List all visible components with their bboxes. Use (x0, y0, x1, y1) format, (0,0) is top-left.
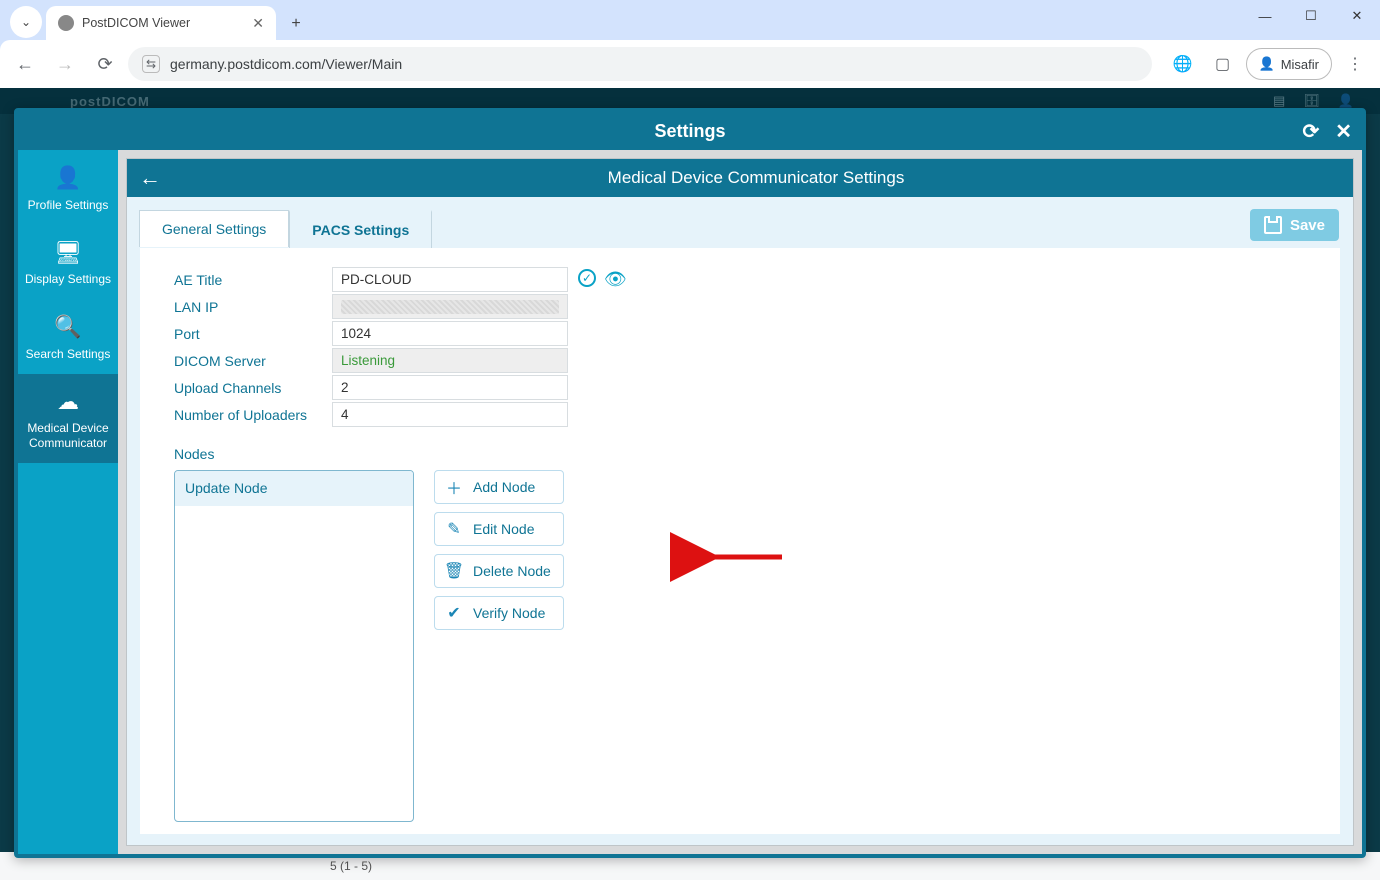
under-header-icon: 🗄 (1303, 93, 1320, 109)
window-controls: ― ☐ ✕ (1242, 0, 1380, 40)
settings-sidebar: 👤 Profile Settings 🖥 Display Settings 🔍 … (18, 150, 118, 854)
sidebar-item-label: Medical Device Communicator (27, 421, 108, 450)
sidebar-item-profile[interactable]: 👤 Profile Settings (18, 150, 118, 225)
url-text: germany.postdicom.com/Viewer/Main (170, 56, 402, 72)
edit-node-button[interactable]: ✎ Edit Node (434, 512, 564, 546)
upload-channels-value[interactable]: 2 (332, 375, 568, 400)
browser-tab[interactable]: PostDICOM Viewer ✕ (46, 6, 276, 40)
nodes-list-item[interactable]: Update Node (175, 471, 413, 506)
panel-content: Save General Settings PACS Settings AE T… (127, 197, 1353, 845)
tab-pacs[interactable]: PACS Settings (289, 210, 432, 248)
window-close[interactable]: ✕ (1334, 0, 1380, 32)
site-info-icon[interactable]: ⇆ (142, 55, 160, 73)
favicon-icon (58, 15, 74, 31)
new-tab-button[interactable]: + (282, 10, 310, 38)
plus-icon: ＋ (445, 475, 463, 499)
modal-refresh-icon[interactable]: ⟳ (1302, 119, 1319, 144)
app-area: postDICOM ▤ 🗄 👤 5 (1 - 5) Settings ⟳ ✕ 👤 (0, 88, 1380, 880)
cloud-upload-icon: ☁ (22, 388, 114, 416)
ae-title-label: AE Title (174, 272, 332, 288)
browser-chrome: ⌄ PostDICOM Viewer ✕ + ― ☐ ✕ ← → ⟳ ⇆ ger… (0, 0, 1380, 88)
tab-strip: ⌄ PostDICOM Viewer ✕ + ― ☐ ✕ (0, 0, 1380, 40)
profile-button[interactable]: 👤 Misafir (1246, 48, 1332, 80)
address-bar-row: ← → ⟳ ⇆ germany.postdicom.com/Viewer/Mai… (0, 40, 1380, 88)
save-icon (1264, 216, 1282, 234)
sidebar-item-search[interactable]: 🔍 Search Settings (18, 299, 118, 374)
verify-icon: ✔ (445, 603, 463, 623)
check-icon[interactable]: ✓ (578, 269, 596, 287)
nodes-label: Nodes (174, 446, 1312, 462)
tab-general[interactable]: General Settings (139, 210, 289, 247)
lan-ip-label: LAN IP (174, 299, 332, 315)
window-minimize[interactable]: ― (1242, 0, 1288, 32)
save-button[interactable]: Save (1250, 209, 1339, 241)
upload-channels-label: Upload Channels (174, 380, 332, 396)
delete-node-label: Delete Node (473, 563, 551, 579)
trash-icon: 🗑 (445, 561, 463, 581)
nodes-list[interactable]: Update Node (174, 470, 414, 822)
communicator-panel: ← Medical Device Communicator Settings S… (126, 158, 1354, 846)
panel-title: Medical Device Communicator Settings (171, 168, 1341, 188)
settings-tabs: General Settings PACS Settings (139, 209, 1341, 247)
tabs-dropdown[interactable]: ⌄ (10, 6, 42, 38)
panel-back-icon[interactable]: ← (139, 165, 161, 191)
profile-icon: 👤 (22, 164, 114, 192)
node-actions: ＋ Add Node ✎ Edit Node 🗑 (434, 470, 564, 630)
ae-title-value[interactable]: PD-CLOUD (332, 267, 568, 292)
settings-main: ← Medical Device Communicator Settings S… (118, 150, 1362, 854)
redacted-ip (341, 300, 559, 314)
under-footer-text: 5 (1 - 5) (330, 859, 372, 873)
display-icon: 🖥 (22, 239, 114, 267)
edit-icon: ✎ (445, 519, 463, 539)
panel-header: ← Medical Device Communicator Settings (127, 159, 1353, 197)
modal-title-bar: Settings ⟳ ✕ (18, 112, 1362, 150)
save-label: Save (1290, 217, 1325, 234)
eye-icon[interactable]: 👁 (604, 269, 627, 290)
tab-close-icon[interactable]: ✕ (252, 15, 264, 32)
under-header-icon: 👤 (1338, 93, 1354, 109)
nav-back[interactable]: ← (8, 47, 42, 81)
search-icon: 🔍 (22, 313, 114, 341)
reader-icon[interactable]: ▢ (1206, 47, 1240, 81)
sidebar-item-label: Profile Settings (28, 198, 109, 212)
settings-modal: Settings ⟳ ✕ 👤 Profile Settings 🖥 Displa… (14, 108, 1366, 858)
nav-reload[interactable]: ⟳ (88, 47, 122, 81)
profile-label: Misafir (1281, 57, 1319, 72)
delete-node-button[interactable]: 🗑 Delete Node (434, 554, 564, 588)
translate-icon[interactable]: 🌐 (1166, 47, 1200, 81)
modal-close-icon[interactable]: ✕ (1335, 119, 1352, 144)
uploaders-value[interactable]: 4 (332, 402, 568, 427)
modal-title: Settings (654, 121, 725, 142)
add-node-label: Add Node (473, 479, 535, 495)
sidebar-item-display[interactable]: 🖥 Display Settings (18, 225, 118, 300)
port-value[interactable]: 1024 (332, 321, 568, 346)
verify-node-label: Verify Node (473, 605, 545, 621)
browser-menu-icon[interactable]: ⋮ (1338, 47, 1372, 81)
tab-title: PostDICOM Viewer (82, 16, 190, 30)
sidebar-item-label: Search Settings (26, 347, 111, 361)
port-label: Port (174, 326, 332, 342)
dicom-server-label: DICOM Server (174, 353, 332, 369)
nav-forward[interactable]: → (48, 47, 82, 81)
uploaders-label: Number of Uploaders (174, 407, 332, 423)
window-maximize[interactable]: ☐ (1288, 0, 1334, 32)
pacs-form: AE Title PD-CLOUD ✓ 👁 LAN IP (139, 247, 1341, 835)
add-node-button[interactable]: ＋ Add Node (434, 470, 564, 504)
sidebar-item-label: Display Settings (25, 272, 111, 286)
lan-ip-value (332, 294, 568, 319)
under-header-icon: ▤ (1273, 93, 1285, 109)
under-logo: postDICOM (70, 94, 150, 109)
omnibox[interactable]: ⇆ germany.postdicom.com/Viewer/Main (128, 47, 1152, 81)
edit-node-label: Edit Node (473, 521, 534, 537)
verify-node-button[interactable]: ✔ Verify Node (434, 596, 564, 630)
profile-avatar-icon: 👤 (1259, 56, 1275, 72)
dicom-server-value: Listening (332, 348, 568, 373)
sidebar-item-communicator[interactable]: ☁ Medical Device Communicator (18, 374, 118, 464)
